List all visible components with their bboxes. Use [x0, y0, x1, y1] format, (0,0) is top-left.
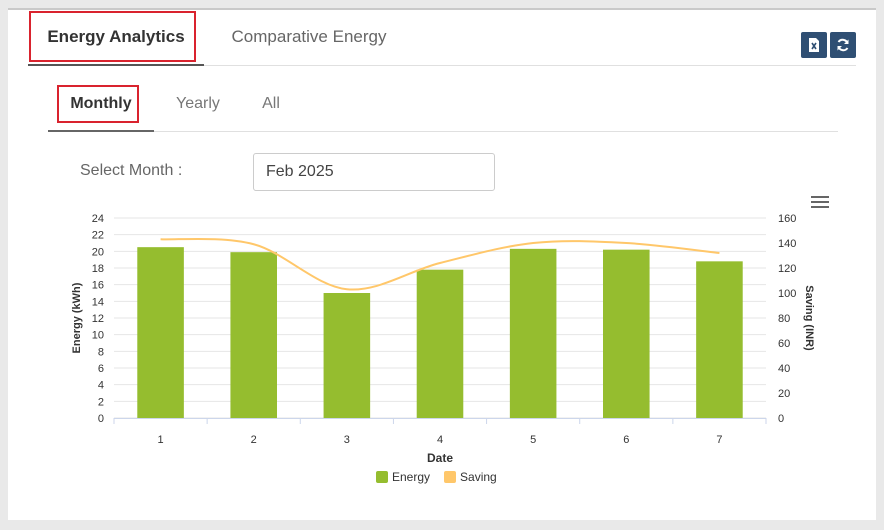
energy-bar — [696, 261, 743, 418]
y-tick-label: 18 — [92, 263, 104, 275]
y-tick-label: 14 — [92, 296, 104, 308]
energy-bar — [230, 252, 277, 418]
y2-tick-label: 160 — [778, 213, 796, 225]
energy-saving-chart: 0246810121416182022240204060801001201401… — [71, 213, 815, 465]
y-tick-label: 8 — [98, 346, 104, 358]
y-tick-label: 4 — [98, 380, 104, 392]
x-tick-label: 5 — [530, 434, 536, 446]
energy-bar — [137, 247, 184, 418]
y2-tick-label: 60 — [778, 338, 790, 350]
energy-bar — [323, 293, 371, 418]
x-tick-label: 3 — [344, 434, 350, 446]
y-tick-label: 10 — [92, 330, 104, 342]
x-tick-label: 6 — [623, 434, 629, 446]
legend-swatch-saving — [444, 471, 457, 483]
x-tick-label: 1 — [158, 434, 164, 446]
energy-bar — [603, 249, 650, 418]
x-tick-label: 7 — [716, 434, 722, 446]
y-tick-label: 0 — [98, 413, 104, 425]
y-tick-label: 12 — [92, 313, 104, 325]
y2-tick-label: 20 — [778, 388, 790, 400]
legend-label-energy: Energy — [392, 470, 431, 484]
y2-tick-label: 80 — [778, 313, 790, 325]
x-axis-title: Date — [427, 451, 453, 465]
chart-legend: Energy Saving — [376, 470, 497, 484]
y2-tick-label: 140 — [778, 238, 796, 250]
x-tick-label: 4 — [437, 434, 443, 446]
legend-label-saving: Saving — [460, 470, 497, 484]
y2-tick-label: 0 — [778, 413, 784, 425]
y-tick-label: 24 — [92, 213, 104, 225]
energy-bar — [416, 269, 464, 418]
legend-item-energy[interactable]: Energy — [376, 470, 430, 484]
y2-tick-label: 40 — [778, 363, 790, 375]
y2-tick-label: 100 — [778, 288, 796, 300]
legend-item-saving[interactable]: Saving — [444, 470, 497, 484]
energy-bar — [509, 248, 557, 418]
legend-swatch-energy — [376, 471, 388, 483]
y2-axis-title: Saving (INR) — [803, 285, 815, 351]
y-tick-label: 6 — [98, 363, 104, 375]
y-tick-label: 2 — [98, 396, 104, 408]
y-tick-label: 22 — [92, 230, 104, 242]
x-tick-label: 2 — [251, 434, 257, 446]
y-tick-label: 20 — [92, 246, 104, 258]
y2-tick-label: 120 — [778, 263, 796, 275]
y-axis-title: Energy (kWh) — [71, 282, 83, 353]
y-tick-label: 16 — [92, 280, 104, 292]
